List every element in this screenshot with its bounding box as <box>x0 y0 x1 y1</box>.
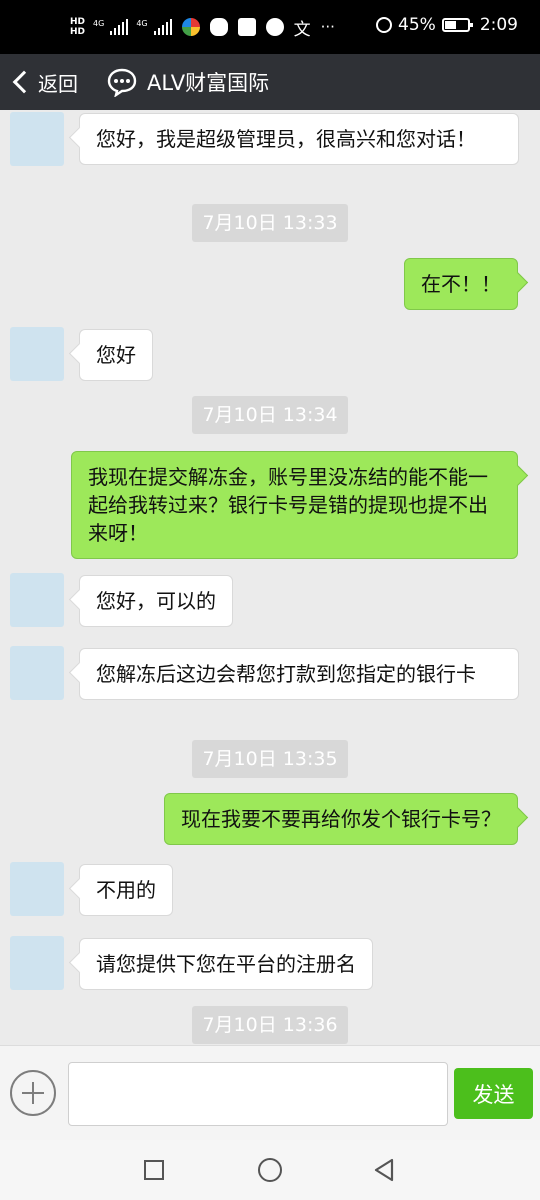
plus-circle-icon[interactable] <box>10 1070 56 1116</box>
chat-header: 返回 ALV财富国际 <box>0 54 540 110</box>
status-bar: HD HD 4G 4G 文 ··· 45% 2:09 <box>0 0 540 54</box>
network-type-1: 4G <box>93 18 105 28</box>
chevron-left-icon <box>12 70 36 94</box>
network-type-2: 4G <box>136 18 148 28</box>
incoming-message[interactable]: 不用的 <box>79 864 173 916</box>
home-icon[interactable] <box>258 1158 282 1182</box>
incoming-message[interactable]: 您好 <box>79 329 153 381</box>
timestamp: 7月10日 13:35 <box>192 740 348 778</box>
agent-avatar[interactable] <box>10 646 64 700</box>
hd-label-1: HD <box>70 17 86 27</box>
outgoing-message[interactable]: 在不！！ <box>404 258 518 310</box>
more-indicator: ··· <box>320 18 335 36</box>
chat-bubble-icon <box>107 68 137 97</box>
timestamp: 7月10日 13:34 <box>192 396 348 434</box>
send-button[interactable]: 发送 <box>454 1068 533 1119</box>
incoming-message[interactable]: 您好，可以的 <box>79 575 233 627</box>
baidu-icon <box>237 18 256 36</box>
input-method-icon: 文 <box>293 19 311 40</box>
incoming-message[interactable]: 请您提供下您在平台的注册名 <box>79 938 373 990</box>
signal-icon <box>110 19 129 35</box>
agent-avatar[interactable] <box>10 862 64 916</box>
timestamp: 7月10日 13:36 <box>192 1006 348 1044</box>
system-nav-bar <box>0 1140 540 1200</box>
timestamp: 7月10日 13:33 <box>192 204 348 242</box>
chat-title: ALV财富国际 <box>106 66 269 98</box>
agent-avatar[interactable] <box>10 573 64 627</box>
input-bar: 发送 <box>0 1045 540 1140</box>
message-input[interactable] <box>68 1062 448 1126</box>
hd-indicator: HD HD <box>70 17 85 37</box>
incoming-message[interactable]: 您好，我是超级管理员，很高兴和您对话！ <box>79 113 519 165</box>
message-list[interactable]: 您好，我是超级管理员，很高兴和您对话！ 7月10日 13:33 在不！！ 您好 … <box>0 110 540 1045</box>
agent-avatar[interactable] <box>10 112 64 166</box>
outgoing-message[interactable]: 现在我要不要再给你发个银行卡号？ <box>164 793 518 845</box>
back-button[interactable]: 返回 <box>8 66 78 98</box>
back-triangle-icon[interactable] <box>372 1158 396 1182</box>
hd-label-2: HD <box>70 27 86 37</box>
clock: 2:09 <box>479 15 518 35</box>
status-right: 45% 2:09 <box>376 15 518 35</box>
wechat-icon <box>209 18 228 36</box>
back-label: 返回 <box>38 71 78 96</box>
recent-apps-icon[interactable] <box>144 1160 164 1180</box>
page-title: ALV财富国际 <box>147 71 270 95</box>
signal-icon-2 <box>153 19 172 35</box>
battery-icon <box>441 18 473 32</box>
agent-avatar[interactable] <box>10 936 64 990</box>
message-icon <box>265 18 284 36</box>
status-left: HD HD 4G 4G 文 ··· <box>70 16 335 40</box>
battery-percent: 45% <box>398 15 436 35</box>
agent-avatar[interactable] <box>10 327 64 381</box>
incoming-message[interactable]: 您解冻后这边会帮您打款到您指定的银行卡 <box>79 648 519 700</box>
outgoing-message[interactable]: 我现在提交解冻金，账号里没冻结的能不能一起给我转过来？银行卡号是错的提现也提不出… <box>71 451 518 559</box>
alarm-icon <box>376 17 393 33</box>
app-notification-icon <box>181 18 200 36</box>
